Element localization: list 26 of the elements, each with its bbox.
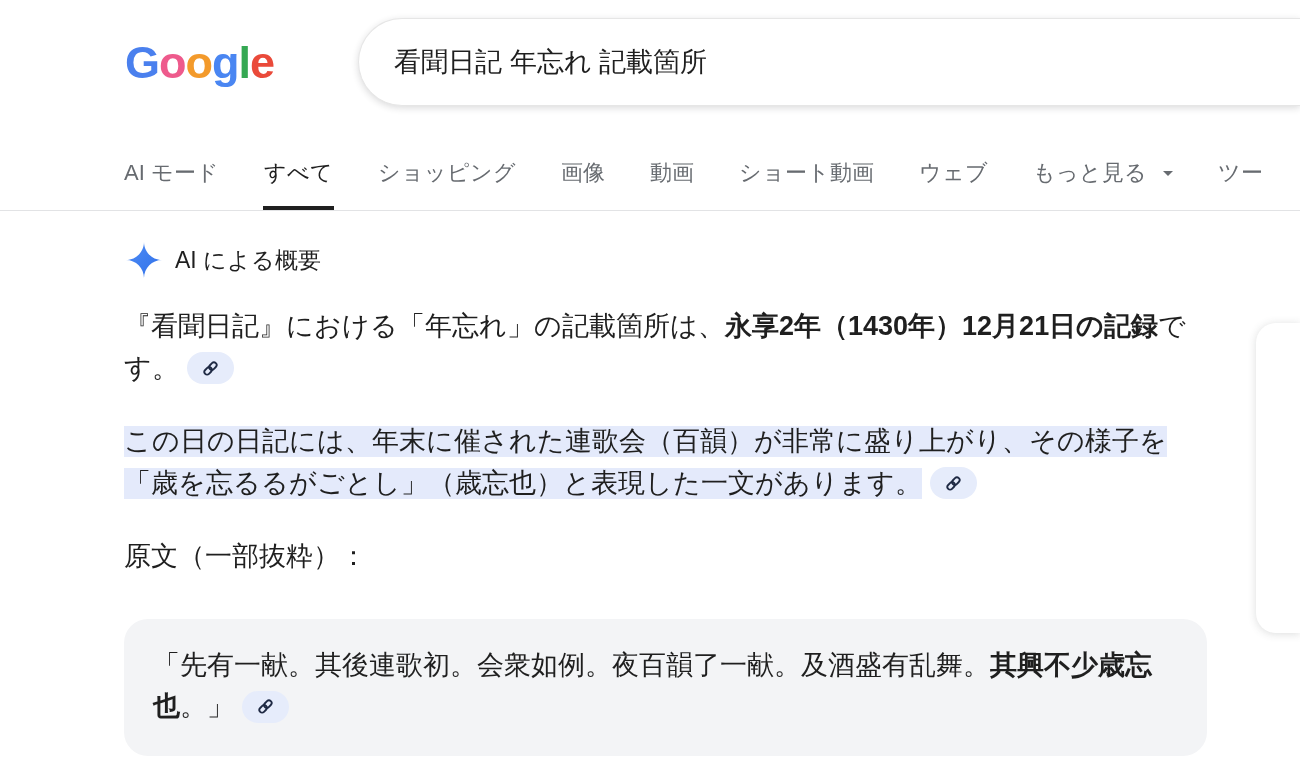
search-field[interactable]: 看聞日記 年忘れ 記載箇所: [358, 18, 1300, 106]
paragraph-text: 「歳を忘るるがごとし」（歳忘也）と表現した一文があります。: [124, 467, 922, 499]
paragraph-text: この日の日記には、年末に催された連歌会（百韻）が非常に盛り上がり、その様子を: [124, 425, 1167, 457]
paragraph-text: 原文（一部抜粋）：: [124, 540, 367, 572]
quote-text: 「先有一献。其後連歌初。会衆如例。夜百韻了一献。及酒盛有乱舞。其興不少歳忘: [153, 650, 1152, 681]
tab[interactable]: ツー: [1216, 140, 1264, 210]
link-icon: [203, 360, 218, 376]
source-link-button[interactable]: [187, 352, 234, 384]
paragraph-text: す。: [124, 352, 179, 384]
paragraph-text: 『看聞日記』における「年忘れ」の記載箇所は、永享2年（1430年）12月21日の記録で: [124, 310, 1187, 342]
tab[interactable]: すべて: [262, 140, 334, 210]
tab[interactable]: ショート動画: [737, 140, 875, 210]
quote-text: 也。」: [153, 691, 234, 722]
tab[interactable]: ショッピング: [376, 140, 517, 210]
tab[interactable]: もっと見る: [1031, 140, 1174, 210]
source-link-button[interactable]: [930, 467, 977, 499]
tab[interactable]: 画像: [559, 140, 606, 210]
section-title: AI による概要: [175, 245, 322, 275]
link-icon: [258, 699, 273, 714]
caret-down-icon: [1162, 170, 1173, 176]
logo[interactable]: Google: [125, 39, 275, 85]
tab[interactable]: 動画: [648, 140, 695, 210]
link-icon: [946, 475, 961, 491]
tab[interactable]: AI モード: [123, 140, 220, 210]
tab[interactable]: ウェブ: [917, 140, 989, 210]
source-link-button[interactable]: [242, 690, 289, 723]
